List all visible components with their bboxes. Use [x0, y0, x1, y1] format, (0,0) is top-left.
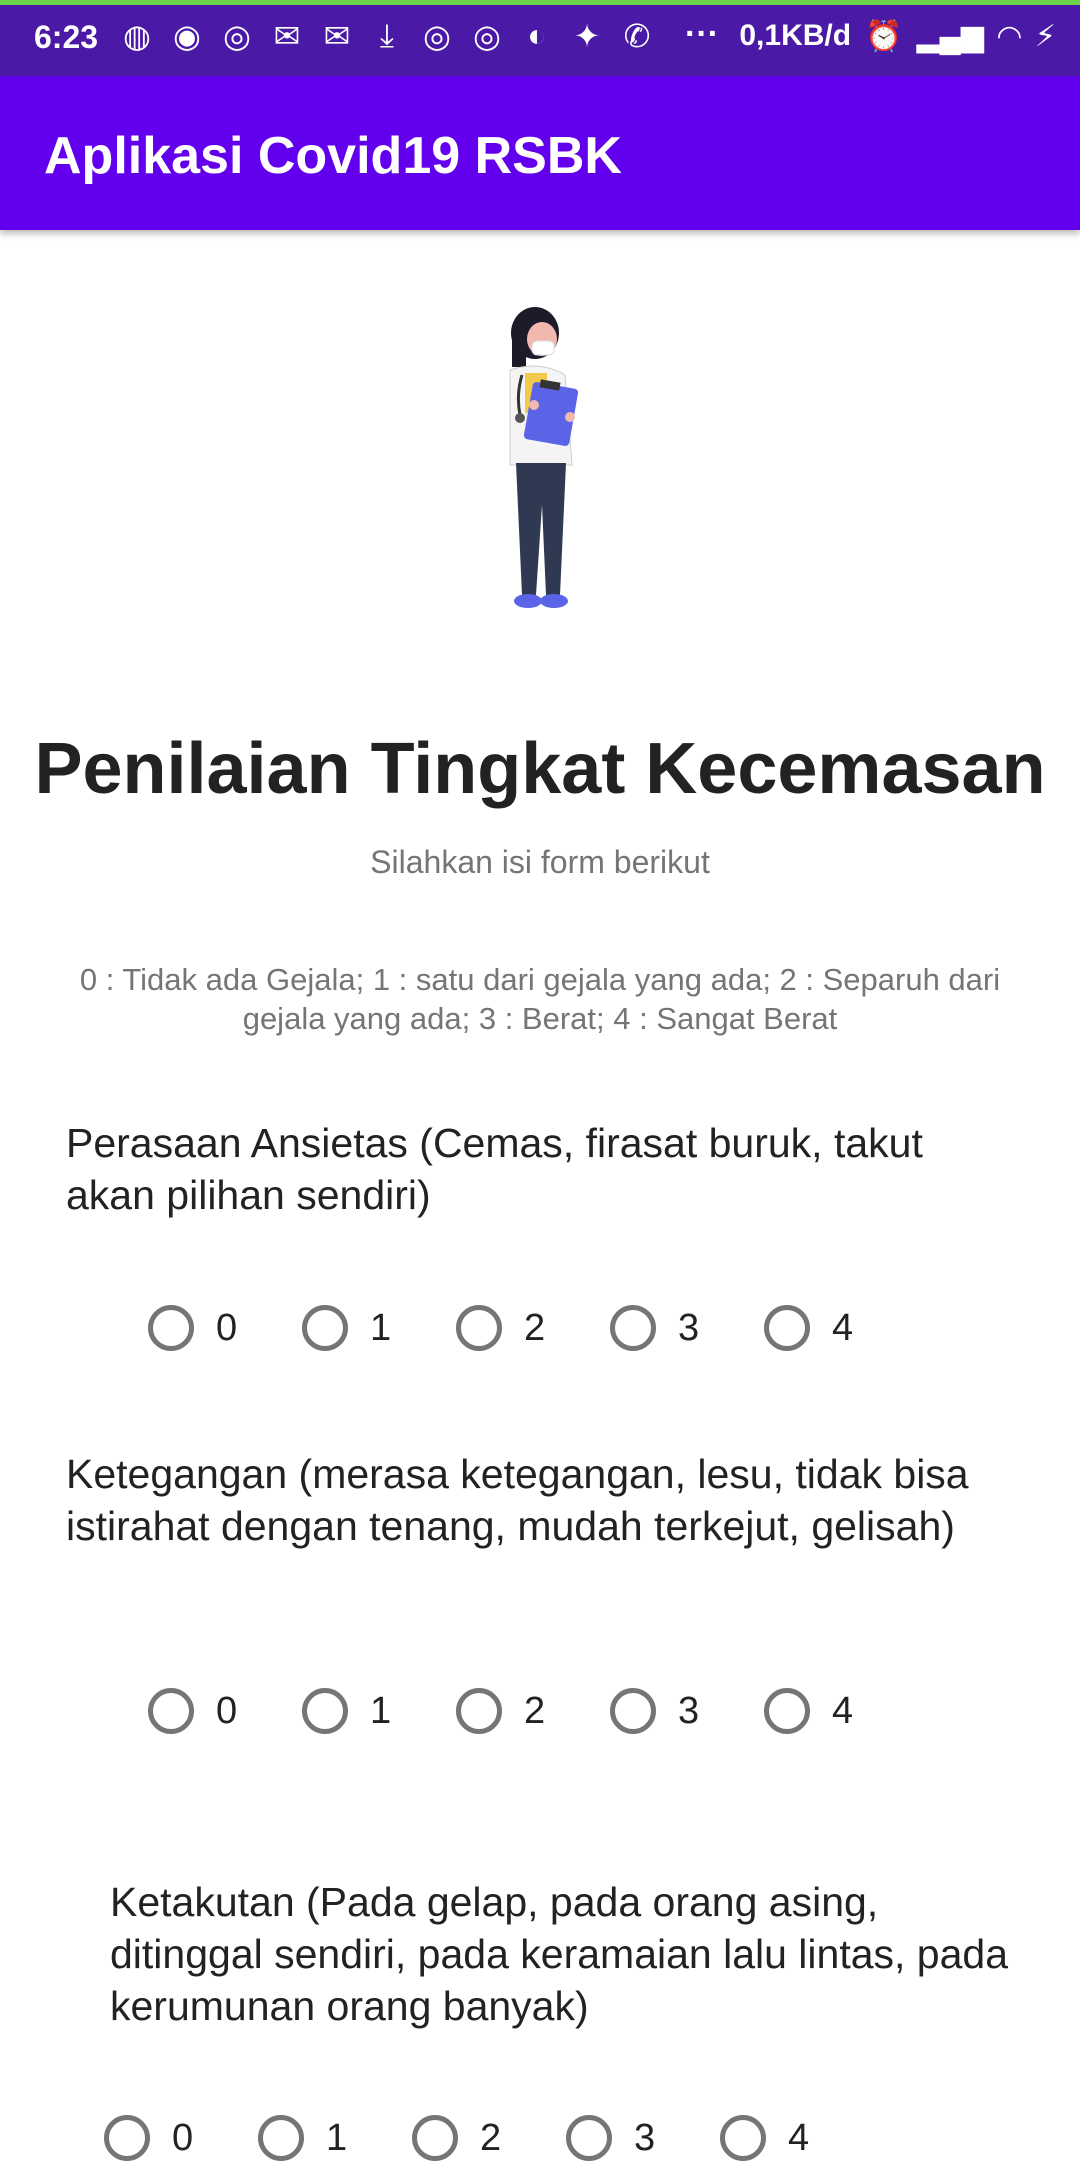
radio-label: 0	[216, 1689, 238, 1732]
alarm-icon: ⏰	[865, 20, 903, 53]
radio-button-icon[interactable]	[456, 1688, 502, 1734]
radio-button-icon[interactable]	[456, 1305, 502, 1351]
radio-label: 1	[326, 2116, 348, 2159]
radio-button-icon[interactable]	[610, 1305, 656, 1351]
download-icon: ⤓	[379, 17, 395, 53]
status-bar: 6:23 ◍ ◉ ◎ ✉ ✉ ⤓ ◎ ◎ ◐ ✦ ✆ ··· 0,1KB/d ⏰…	[0, 0, 1080, 76]
instagram-icon: ◎	[223, 18, 251, 54]
question-anxiety: Perasaan Ansietas (Cemas, firasat buruk,…	[66, 1120, 923, 1218]
radio-label: 2	[480, 2116, 502, 2159]
more-icon: ···	[685, 15, 719, 53]
doctor-illustration	[509, 307, 579, 608]
question-fear: Ketakutan (Pada gelap, pada orang asing,…	[110, 1879, 1009, 2029]
radio-option-0[interactable]: 0	[148, 1688, 302, 1734]
twitter-icon: ✦	[573, 18, 601, 54]
instagram-icon: ◎	[423, 18, 451, 54]
radio-option-1[interactable]: 1	[302, 1688, 456, 1734]
radio-option-4[interactable]: 4	[764, 1305, 918, 1351]
radio-button-icon[interactable]	[764, 1688, 810, 1734]
radio-label: 3	[678, 1306, 700, 1349]
score-legend: 0 : Tidak ada Gejala; 1 : satu dari geja…	[79, 962, 1001, 1036]
question-tension: Ketegangan (merasa ketegangan, lesu, tid…	[66, 1451, 969, 1549]
radio-option-0[interactable]: 0	[104, 2115, 258, 2161]
radio-label: 4	[832, 1306, 854, 1349]
radio-button-icon[interactable]	[764, 1305, 810, 1351]
radio-option-3[interactable]: 3	[566, 2115, 720, 2161]
radio-button-icon[interactable]	[302, 1305, 348, 1351]
discord-icon: ◉	[173, 18, 201, 54]
radio-option-4[interactable]: 4	[764, 1688, 918, 1734]
radio-label: 2	[524, 1306, 546, 1349]
radio-button-icon[interactable]	[258, 2115, 304, 2161]
gmail-icon: ✉	[323, 18, 351, 54]
radio-label: 4	[788, 2116, 810, 2159]
status-time: 6:23	[34, 19, 99, 55]
radio-label: 1	[370, 1689, 392, 1732]
radio-label: 3	[634, 2116, 656, 2159]
gmail-icon: ✉	[273, 18, 301, 54]
radio-option-1[interactable]: 1	[258, 2115, 412, 2161]
radio-option-2[interactable]: 2	[456, 1305, 610, 1351]
radio-group-fear: 0 1 2 3 4	[104, 2115, 874, 2161]
radio-option-0[interactable]: 0	[148, 1305, 302, 1351]
radio-button-icon[interactable]	[566, 2115, 612, 2161]
radio-option-3[interactable]: 3	[610, 1305, 764, 1351]
radio-option-1[interactable]: 1	[302, 1305, 456, 1351]
radio-button-icon[interactable]	[148, 1688, 194, 1734]
network-speed: 0,1KB/d	[739, 19, 852, 52]
wifi-icon: ◠	[997, 20, 1021, 53]
app-bar: Aplikasi Covid19 RSBK	[0, 76, 1080, 230]
status-right: 0,1KB/d ⏰ ▂▄▆ ◠ ⚡	[739, 19, 1056, 54]
page-subtitle: Silahkan isi form berikut	[370, 844, 710, 880]
signal-icon: ▂▄▆	[916, 20, 984, 53]
page-title: Penilaian Tingkat Kecemasan	[34, 729, 1046, 809]
radio-option-2[interactable]: 2	[412, 2115, 566, 2161]
radio-button-icon[interactable]	[610, 1688, 656, 1734]
radio-option-4[interactable]: 4	[720, 2115, 874, 2161]
instagram-icon: ◎	[473, 18, 501, 54]
radio-group-tension: 0 1 2 3 4	[148, 1688, 918, 1734]
radio-label: 3	[678, 1689, 700, 1732]
radio-option-3[interactable]: 3	[610, 1688, 764, 1734]
radio-label: 4	[832, 1689, 854, 1732]
radio-button-icon[interactable]	[104, 2115, 150, 2161]
radio-button-icon[interactable]	[720, 2115, 766, 2161]
radio-label: 0	[172, 2116, 194, 2159]
radio-button-icon[interactable]	[148, 1305, 194, 1351]
app-title: Aplikasi Covid19 RSBK	[44, 127, 622, 185]
whatsapp-icon: ✆	[623, 18, 651, 54]
radio-group-anxiety: 0 1 2 3 4	[148, 1305, 918, 1351]
radio-label: 1	[370, 1306, 392, 1349]
radio-button-icon[interactable]	[412, 2115, 458, 2161]
refresh-icon: ◐	[527, 17, 547, 53]
loading-icon: ◍	[123, 18, 151, 54]
radio-label: 2	[524, 1689, 546, 1732]
radio-button-icon[interactable]	[302, 1688, 348, 1734]
radio-option-2[interactable]: 2	[456, 1688, 610, 1734]
notification-icons: ◍ ◉ ◎ ✉ ✉ ⤓ ◎ ◎ ◐ ✦ ✆	[120, 17, 654, 55]
charging-icon: ⚡	[1034, 20, 1056, 53]
radio-label: 0	[216, 1306, 238, 1349]
